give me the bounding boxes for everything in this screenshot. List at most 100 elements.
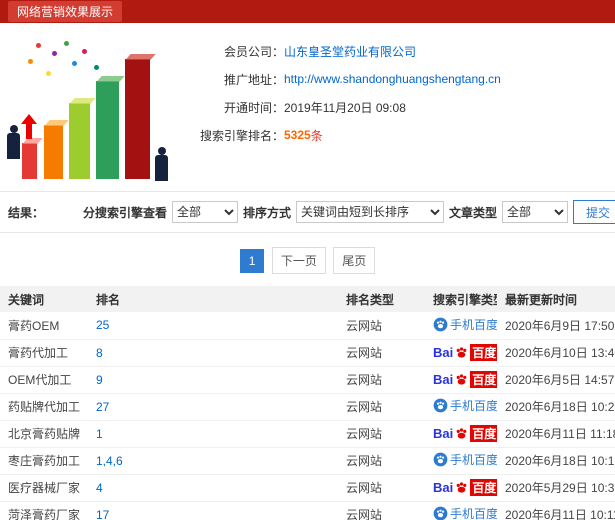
header-rank: 排名 <box>88 286 338 312</box>
sort-label: 排序方式 <box>242 205 291 220</box>
cell-rank-type: 云网站 <box>338 474 425 502</box>
page: 网络营销效果展示 会员公司： 山东皇圣堂药业有限公司 推广地址： http://… <box>0 0 615 520</box>
table-row: OEM代加工 9 云网站 Bai 百度 2020年6月5日 14:57 <box>0 366 615 394</box>
cell-updated: 2020年6月11日 10:11 <box>497 501 615 520</box>
header-updated: 最新更新时间 <box>497 286 615 312</box>
table-header-row: 关键词 排名 排名类型 搜索引擎类型 最新更新时间 <box>0 286 615 312</box>
promo-url-label: 推广地址： <box>223 72 284 87</box>
promo-url-row: 推广地址： http://www.shandonghuangshengtang.… <box>188 65 501 93</box>
promo-url-link[interactable]: http://www.shandonghuangshengtang.cn <box>284 72 501 86</box>
table-row: 枣庄膏药加工 1,4,6 云网站 手机百度 2020年6月18日 10:19 <box>0 447 615 475</box>
pagination: 1 下一页 尾页 <box>0 233 615 286</box>
header-engine-type: 搜索引擎类型 <box>425 286 497 312</box>
table-row: 菏泽膏药厂家 17 云网站 手机百度 2020年6月11日 10:11 <box>0 501 615 520</box>
rank-link[interactable]: 27 <box>96 400 109 414</box>
cell-rank-type: 云网站 <box>338 447 425 475</box>
rank-link[interactable]: 8 <box>96 346 103 360</box>
table-row: 医疗器械厂家 4 云网站 Bai 百度 2020年5月29日 10:32 <box>0 474 615 502</box>
cell-keyword: 膏药OEM <box>0 312 88 340</box>
cell-keyword: OEM代加工 <box>0 366 88 394</box>
open-time-value: 2019年11月20日 09:08 <box>284 100 406 115</box>
table-row: 膏药OEM 25 云网站 手机百度 2020年6月9日 17:50 <box>0 312 615 340</box>
company-label: 会员公司： <box>223 44 284 59</box>
confetti-dot <box>52 51 57 56</box>
baidu-pc-logo: Bai 百度 <box>433 344 497 361</box>
cell-engine: Bai 百度 <box>425 474 497 502</box>
cell-keyword: 医疗器械厂家 <box>0 474 88 502</box>
table-row: 药贴牌代加工 27 云网站 手机百度 2020年6月18日 10:25 <box>0 393 615 421</box>
chart-bar <box>22 138 43 179</box>
rank-count-value: 5325 <box>284 128 311 142</box>
confetti-dot <box>94 65 99 70</box>
rank-link[interactable]: 4 <box>96 481 103 495</box>
page-title: 网络营销效果展示 <box>8 1 123 22</box>
confetti-dot <box>36 43 41 48</box>
cell-rank-type: 云网站 <box>338 366 425 394</box>
open-time-row: 开通时间： 2019年11月20日 09:08 <box>188 93 501 121</box>
page-last-button[interactable]: 尾页 <box>333 247 376 274</box>
article-type-label: 文章类型 <box>448 205 497 220</box>
submit-button[interactable]: 提交 <box>572 200 615 224</box>
cell-rank-type: 云网站 <box>338 420 425 448</box>
sort-select[interactable]: 关键词由短到长排序 <box>295 201 444 223</box>
cell-engine: 手机百度 <box>425 312 497 340</box>
cell-engine: 手机百度 <box>425 501 497 520</box>
info-section: 会员公司： 山东皇圣堂药业有限公司 推广地址： http://www.shand… <box>0 23 615 191</box>
rank-link[interactable]: 17 <box>96 508 109 520</box>
cell-rank-type: 云网站 <box>338 393 425 421</box>
cell-keyword: 菏泽膏药厂家 <box>0 501 88 520</box>
rank-count-label: 搜索引擎排名： <box>199 128 284 143</box>
cell-keyword: 膏药代加工 <box>0 339 88 367</box>
chart-bar <box>44 120 69 179</box>
results-table: 关键词 排名 排名类型 搜索引擎类型 最新更新时间 膏药OEM 25 云网站 手… <box>0 286 615 520</box>
rank-link[interactable]: 9 <box>96 373 103 387</box>
cell-updated: 2020年5月29日 10:32 <box>497 474 615 502</box>
cell-rank-type: 云网站 <box>338 312 425 340</box>
cell-engine: 手机百度 <box>425 447 497 475</box>
confetti-dot <box>46 71 51 76</box>
open-time-label: 开通时间： <box>223 100 284 115</box>
member-company-link[interactable]: 山东皇圣堂药业有限公司 <box>284 43 416 60</box>
page-next-button[interactable]: 下一页 <box>271 247 326 274</box>
header-bar: 网络营销效果展示 <box>0 0 615 23</box>
cell-keyword: 北京膏药贴牌 <box>0 420 88 448</box>
chart-bar <box>96 76 125 179</box>
cell-updated: 2020年6月18日 10:25 <box>497 393 615 421</box>
cell-engine: Bai 百度 <box>425 339 497 367</box>
filter-controls: 分搜索引擎查看 全部 排序方式 关键词由短到长排序 文章类型 全部 提交 <box>82 200 615 224</box>
growth-arrow-icon <box>21 114 37 139</box>
cell-engine: 手机百度 <box>425 393 497 421</box>
cell-updated: 2020年6月18日 10:19 <box>497 447 615 475</box>
header-rank-type: 排名类型 <box>338 286 425 312</box>
confetti-dot <box>28 59 33 64</box>
baidu-pc-logo: Bai 百度 <box>433 479 497 496</box>
account-info: 会员公司： 山东皇圣堂药业有限公司 推广地址： http://www.shand… <box>188 37 501 149</box>
marketing-illustration <box>6 37 176 187</box>
rank-count-row: 搜索引擎排名： 5325 条 <box>188 121 501 149</box>
cell-keyword: 枣庄膏药加工 <box>0 447 88 475</box>
rank-link[interactable]: 1 <box>96 427 103 441</box>
mobile-baidu-logo: 手机百度 <box>433 316 497 333</box>
cell-rank-type: 云网站 <box>338 501 425 520</box>
cell-updated: 2020年6月11日 11:18 <box>497 420 615 448</box>
confetti-dot <box>82 49 87 54</box>
mobile-baidu-logo: 手机百度 <box>433 397 497 414</box>
cell-updated: 2020年6月5日 14:57 <box>497 366 615 394</box>
table-row: 膏药代加工 8 云网站 Bai 百度 2020年6月10日 13:40 <box>0 339 615 367</box>
baidu-pc-logo: Bai 百度 <box>433 425 497 442</box>
rank-link[interactable]: 1,4,6 <box>96 454 123 468</box>
cell-updated: 2020年6月9日 17:50 <box>497 312 615 340</box>
engine-filter-select[interactable]: 全部 <box>171 201 238 223</box>
article-type-select[interactable]: 全部 <box>501 201 568 223</box>
cell-rank-type: 云网站 <box>338 339 425 367</box>
filter-bar: 结果： 分搜索引擎查看 全部 排序方式 关键词由短到长排序 文章类型 全部 提交 <box>0 191 615 233</box>
page-current[interactable]: 1 <box>239 249 265 273</box>
person-left <box>7 125 20 159</box>
engine-filter-label: 分搜索引擎查看 <box>82 205 167 220</box>
rank-count-unit: 条 <box>310 128 323 143</box>
company-row: 会员公司： 山东皇圣堂药业有限公司 <box>188 37 501 65</box>
rank-link[interactable]: 25 <box>96 318 109 332</box>
cell-engine: Bai 百度 <box>425 366 497 394</box>
confetti-dot <box>64 41 69 46</box>
confetti-dot <box>72 61 77 66</box>
